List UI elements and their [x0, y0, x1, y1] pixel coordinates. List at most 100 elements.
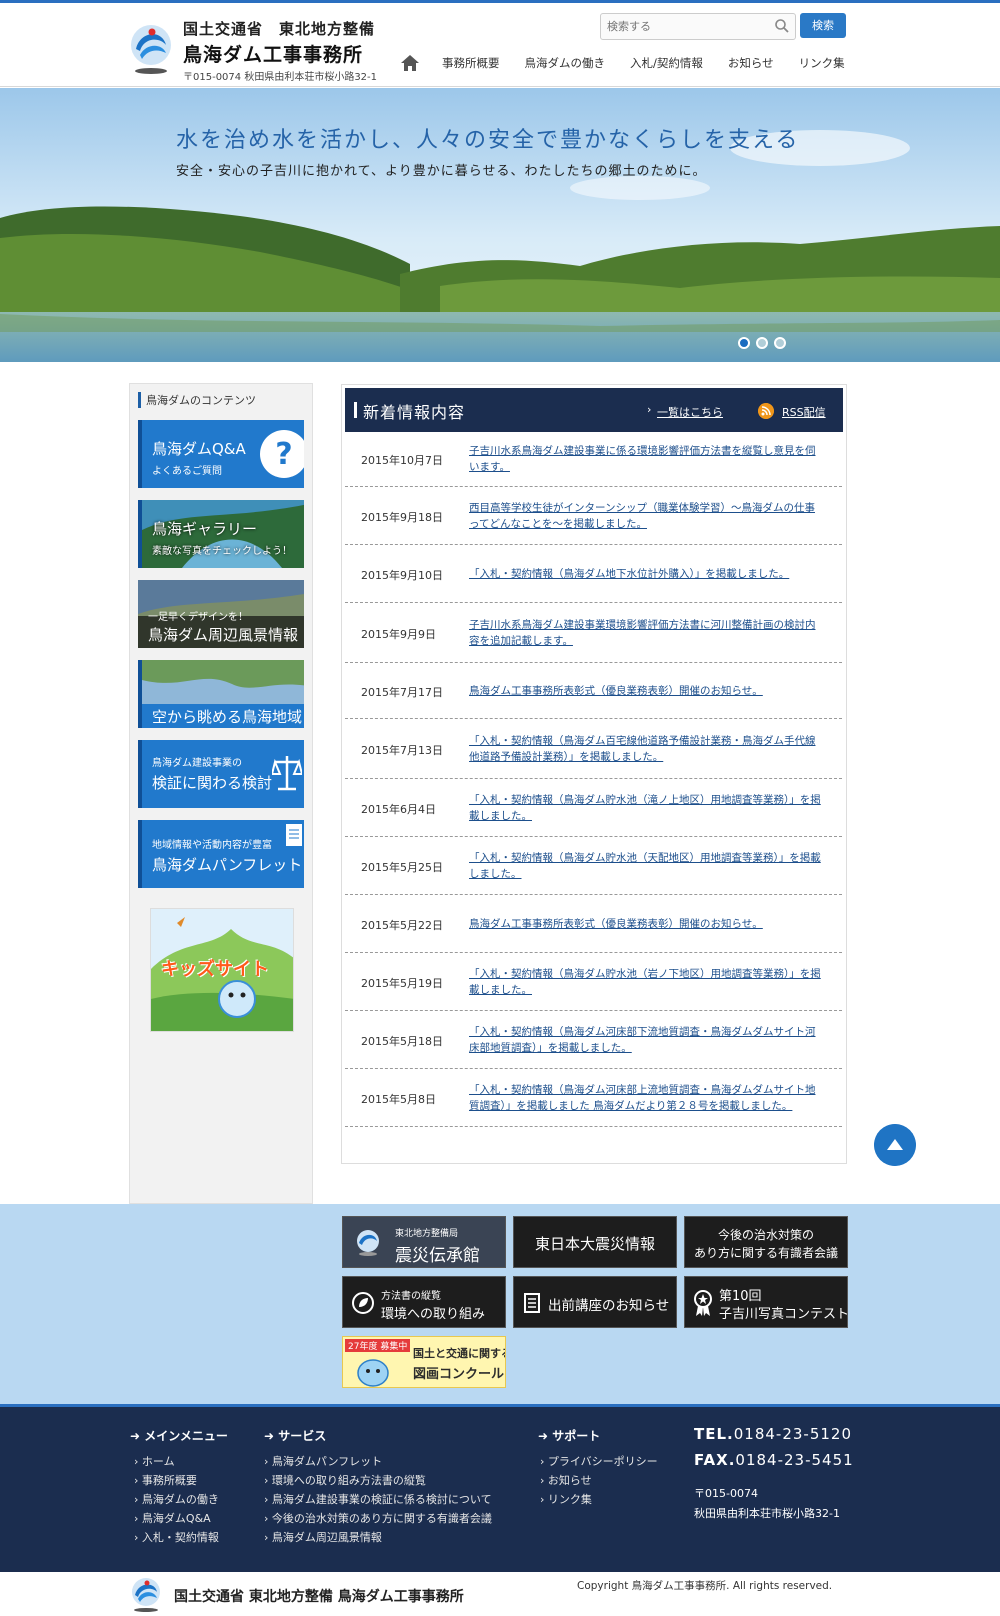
- recruiting-tag: 27年度 募集中: [345, 1339, 411, 1352]
- sidebar-banner-sublabel: 一足早くデザインを！: [148, 612, 248, 623]
- sidebar-banner-gallery[interactable]: 鳥海ギャラリー 素敵な写真をチェックしよう！: [138, 500, 304, 568]
- news-date: 2015年5月22日: [361, 919, 443, 932]
- news-link[interactable]: 「入札・契約情報（鳥海ダム河床部下流地質調査・鳥海ダムダムサイト河床部地質調査）…: [469, 1024, 824, 1056]
- chevron-right-icon: ›: [264, 1455, 272, 1468]
- nav-item-news[interactable]: お知らせ: [728, 55, 774, 71]
- news-link[interactable]: 「入札・契約情報（鳥海ダム河床部上流地質調査・鳥海ダムダムサイト地質調査）」を掲…: [469, 1082, 824, 1114]
- footer-support-item[interactable]: › プライバシーポリシー: [540, 1453, 658, 1469]
- news-link[interactable]: 鳥海ダム工事事務所表彰式（優良業務表彰）開催のお知らせ。: [469, 916, 824, 932]
- banner-photo-contest[interactable]: 第10回 子吉川写真コンテスト: [684, 1276, 848, 1328]
- banner-drawing-contest[interactable]: 27年度 募集中 国土と交通に関する 図画コンクール: [342, 1336, 506, 1388]
- news-link[interactable]: 西目高等学校生徒がインターンシップ（職業体験学習）～鳥海ダムの仕事ってどんなこと…: [469, 500, 824, 532]
- news-link[interactable]: 「入札・契約情報（鳥海ダム地下水位計外購入）」を掲載しました。: [469, 566, 824, 582]
- news-header: 新着情報内容 › 一覧はこちら RSS配信: [345, 388, 843, 432]
- sidebar-banner-qa[interactable]: 鳥海ダムQ&A よくあるご質問 ?: [138, 420, 304, 488]
- sidebar-banner-aerial[interactable]: 空から眺める鳥海地域: [138, 660, 304, 728]
- document-icon: [524, 1293, 540, 1313]
- banner-label: 東日本大震災情報: [534, 1235, 655, 1253]
- news-link[interactable]: 子吉川水系鳥海ダム建設事業に係る環境影響評価方法書を縦覧し意見を伺います。: [469, 443, 824, 475]
- footer-main-item[interactable]: › 入札・契約情報: [134, 1529, 219, 1545]
- rss-icon[interactable]: [758, 403, 774, 419]
- bottom-org-name: 国土交通省 東北地方整備 鳥海ダム工事事務所: [174, 1589, 464, 1605]
- slider-dots: [738, 337, 786, 349]
- footer-fax: FAX.0184-23-5451: [694, 1451, 854, 1469]
- news-title: 新着情報内容: [363, 403, 466, 422]
- footer-service-item[interactable]: › 鳥海ダム建設事業の検証に係る検討について: [264, 1491, 492, 1507]
- hero-title: 水を治め水を活かし、人々の安全で豊かなくらしを支える: [176, 128, 800, 153]
- footer-service-label: 鳥海ダム建設事業の検証に係る検討について: [271, 1493, 492, 1506]
- slider-dot-2[interactable]: [756, 337, 768, 349]
- footer-support-title: ➜ サポート: [538, 1429, 601, 1443]
- site-header: 国土交通省 東北地方整備 鳥海ダム工事事務所 〒015-0074 秋田県由利本荘…: [0, 3, 1000, 87]
- footer-support-label: プライバシーポリシー: [547, 1455, 658, 1468]
- news-row: 2015年9月10日 「入札・契約情報（鳥海ダム地下水位計外購入）」を掲載しました…: [345, 545, 842, 603]
- footer-main-label: 鳥海ダムQ&A: [141, 1512, 211, 1525]
- footer-service-item[interactable]: › 今後の治水対策のあり方に関する有識者会議: [264, 1510, 492, 1526]
- news-link[interactable]: 「入札・契約情報（鳥海ダム貯水池（天配地区）用地調査等業務）」を掲載しました。: [469, 850, 824, 882]
- news-date: 2015年9月18日: [361, 511, 443, 524]
- news-row: 2015年5月19日 「入札・契約情報（鳥海ダム貯水池（岩ノ下地区）用地調査等業務…: [345, 953, 842, 1011]
- news-link[interactable]: 子吉川水系鳥海ダム建設事業環境影響評価方法書に河川整備計画の検討内容を追加記載し…: [469, 617, 824, 649]
- footer-support-item[interactable]: › リンク集: [540, 1491, 592, 1507]
- nav-item-links[interactable]: リンク集: [799, 55, 845, 71]
- banner-label: 第10回: [719, 1289, 762, 1304]
- footer-main-item[interactable]: › 鳥海ダムQ&A: [134, 1510, 211, 1526]
- slider-dot-1[interactable]: [738, 337, 750, 349]
- sidebar-banner-verification[interactable]: 鳥海ダム建設事業の 検証に関わる検討: [138, 740, 304, 808]
- banner-lecture[interactable]: 出前講座のお知らせ: [513, 1276, 677, 1328]
- nav-item-dam-role[interactable]: 鳥海ダムの働き: [525, 55, 606, 71]
- footer-service-item[interactable]: › 鳥海ダムパンフレット: [264, 1453, 382, 1469]
- main-nav: 事務所概要 鳥海ダムの働き 入札/契約情報 お知らせ リンク集: [400, 51, 870, 75]
- rss-link[interactable]: RSS配信: [782, 404, 826, 420]
- news-link[interactable]: 「入札・契約情報（鳥海ダム貯水池（岩ノ下地区）用地調査等業務）」を掲載しました。: [469, 966, 824, 998]
- chevron-right-icon: ›: [540, 1493, 548, 1506]
- search-icon[interactable]: [774, 18, 790, 34]
- nav-item-bidding[interactable]: 入札/契約情報: [630, 55, 703, 71]
- banner-label: 環境への取り組み: [381, 1307, 486, 1322]
- news-link[interactable]: 「入札・契約情報（鳥海ダム貯水池（滝ノ上地区）用地調査等業務）」を掲載しました。: [469, 792, 824, 824]
- footer-main-item[interactable]: › ホーム: [134, 1453, 175, 1469]
- banner-environment[interactable]: 方法書の縦覧 環境への取り組み: [342, 1276, 506, 1328]
- news-link[interactable]: 鳥海ダム工事事務所表彰式（優良業務表彰）開催のお知らせ。: [469, 683, 824, 699]
- logo-icon[interactable]: [129, 1576, 163, 1614]
- news-date: 2015年7月13日: [361, 744, 443, 757]
- hero-subtitle: 安全・安心の子吉川に抱かれて、より豊かに暮らせる、わたしたちの郷土のために。: [176, 164, 707, 179]
- award-ribbon-icon: [694, 1290, 712, 1316]
- slider-dot-3[interactable]: [774, 337, 786, 349]
- sidebar-banner-sublabel: 地域情報や活動内容が豊富: [152, 840, 272, 851]
- footer-service-item[interactable]: › 鳥海ダム周辺風景情報: [264, 1529, 382, 1545]
- banner-label: 震災伝承館: [395, 1246, 480, 1266]
- footer-main-item[interactable]: › 事務所概要: [134, 1472, 197, 1488]
- search-button[interactable]: 検索: [800, 13, 846, 38]
- banner-earthquake-info[interactable]: 東日本大震災情報: [513, 1216, 677, 1268]
- banner-area: 東北地方整備局 震災伝承館 東日本大震災情報 今後の治水対策の あり方に関する有…: [0, 1204, 1000, 1404]
- footer-service-label: 鳥海ダム周辺風景情報: [271, 1531, 382, 1544]
- footer-service-title: ➜ サービス: [264, 1429, 327, 1443]
- news-link[interactable]: 「入札・契約情報（鳥海ダム百宅線他道路予備設計業務・鳥海ダム手代線他道路予備設計…: [469, 733, 824, 765]
- back-to-top-button[interactable]: [874, 1124, 916, 1166]
- logo-icon[interactable]: [128, 23, 174, 77]
- footer-service-label: 今後の治水対策のあり方に関する有識者会議: [271, 1512, 492, 1525]
- news-list-link[interactable]: 一覧はこちら: [657, 404, 723, 420]
- sidebar-banner-label: 鳥海ダム周辺風景情報: [148, 626, 299, 644]
- banner-memorial-hall[interactable]: 東北地方整備局 震災伝承館: [342, 1216, 506, 1268]
- sidebar-banner-scenery[interactable]: 一足早くデザインを！ 鳥海ダム周辺風景情報: [138, 580, 304, 648]
- org-line2: 鳥海ダム工事事務所: [183, 44, 364, 66]
- search-box: [600, 13, 796, 40]
- chevron-right-icon: ›: [264, 1512, 272, 1525]
- kids-site-banner[interactable]: キッズサイト: [150, 908, 294, 1032]
- home-icon[interactable]: [400, 54, 420, 72]
- news-panel: 新着情報内容 › 一覧はこちら RSS配信 2015年10月7日 子吉川水系鳥海ダ…: [341, 384, 847, 1164]
- sidebar-banner-pamphlet[interactable]: 地域情報や活動内容が豊富 鳥海ダムパンフレット: [138, 820, 304, 888]
- footer-service-item[interactable]: › 環境への取り組み方法書の縦覧: [264, 1472, 426, 1488]
- nav-item-office[interactable]: 事務所概要: [442, 55, 500, 71]
- search-input[interactable]: [601, 14, 761, 39]
- footer-support-label: お知らせ: [547, 1474, 592, 1487]
- news-row: 2015年5月8日 「入札・契約情報（鳥海ダム河床部上流地質調査・鳥海ダムダムサイ…: [345, 1069, 842, 1127]
- footer-support-item[interactable]: › お知らせ: [540, 1472, 592, 1488]
- banner-expert-meeting[interactable]: 今後の治水対策の あり方に関する有識者会議: [684, 1216, 848, 1268]
- scale-icon: [272, 756, 302, 791]
- footer-main-item[interactable]: › 鳥海ダムの働き: [134, 1491, 219, 1507]
- chevron-right-icon: ›: [264, 1474, 272, 1487]
- banner-label: 今後の治水対策の: [717, 1228, 814, 1242]
